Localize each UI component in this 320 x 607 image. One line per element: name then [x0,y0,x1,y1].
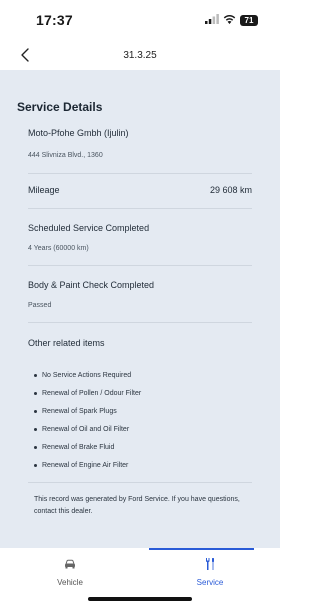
body-paint-title: Body & Paint Check Completed [28,280,155,290]
list-item-label: Renewal of Oil and Oil Filter [42,425,130,433]
divider [28,265,252,266]
other-items-title: Other related items [28,338,252,348]
bullet-icon [34,373,37,377]
dealer-name: Moto-Pfohe Gmbh (Ijulin) [28,128,129,138]
other-items-heading: Other related items [28,338,105,348]
wifi-icon [223,11,236,29]
divider [28,482,252,483]
scheduled-service-title: Scheduled Service Completed [28,223,150,233]
status-icons: 71 [205,11,258,29]
mileage-value: 29 608 km [209,185,252,195]
divider [28,322,252,323]
section-title: Service Details [17,100,103,114]
status-bar: 17:37 71 [0,0,280,40]
list-item: Renewal of Engine Air Filter [34,456,244,474]
list-item: Renewal of Pollen / Odour Filter [34,384,244,402]
chevron-left-icon [21,48,29,62]
nav-bar: 31.3.25 [0,40,280,70]
car-icon [64,558,76,570]
divider [28,208,252,209]
back-button[interactable] [18,46,34,64]
battery-icon: 71 [240,14,258,26]
other-items-list: No Service Actions Required Renewal of P… [34,366,244,474]
tab-vehicle-label: Vehicle [57,578,83,587]
active-tab-indicator [149,548,254,550]
dealer-address: 444 Slivniza Blvd., 1360 [28,152,103,159]
bullet-icon [34,427,37,431]
bullet-icon [34,463,37,467]
bullet-icon [34,391,37,395]
mileage-label: Mileage [28,185,60,195]
list-item-label: No Service Actions Required [42,371,132,379]
tab-service-label: Service [196,578,224,587]
list-item: Renewal of Brake Fluid [34,438,244,456]
list-item-label: Renewal of Engine Air Filter [42,461,129,469]
wrench-screwdriver-icon [204,558,216,570]
mileage-row: Mileage 29 608 km [28,185,252,195]
list-item: No Service Actions Required [34,366,244,384]
home-indicator[interactable] [88,597,192,601]
dealer-block: Moto-Pfohe Gmbh (Ijulin) 444 Slivniza Bl… [28,128,252,159]
scheduled-service-sub: 4 Years (60000 km) [28,245,89,252]
divider [28,173,252,174]
bullet-icon [34,409,37,413]
list-item: Renewal of Oil and Oil Filter [34,420,244,438]
status-time: 17:37 [36,12,73,28]
list-item-label: Renewal of Spark Plugs [42,407,117,415]
bullet-icon [34,445,37,449]
scheduled-service-block: Scheduled Service Completed 4 Years (600… [28,223,252,252]
body-paint-sub: Passed [28,302,52,309]
list-item-label: Renewal of Brake Fluid [42,443,115,451]
footer-note: This record was generated by Ford Servic… [34,496,240,515]
body-paint-block: Body & Paint Check Completed Passed [28,280,252,309]
service-details-panel: Service Details Moto-Pfohe Gmbh (Ijulin)… [0,70,280,548]
signal-icon [205,11,219,29]
list-item: Renewal of Spark Plugs [34,402,244,420]
list-item-label: Renewal of Pollen / Odour Filter [42,389,142,397]
nav-title: 31.3.25 [123,49,157,61]
